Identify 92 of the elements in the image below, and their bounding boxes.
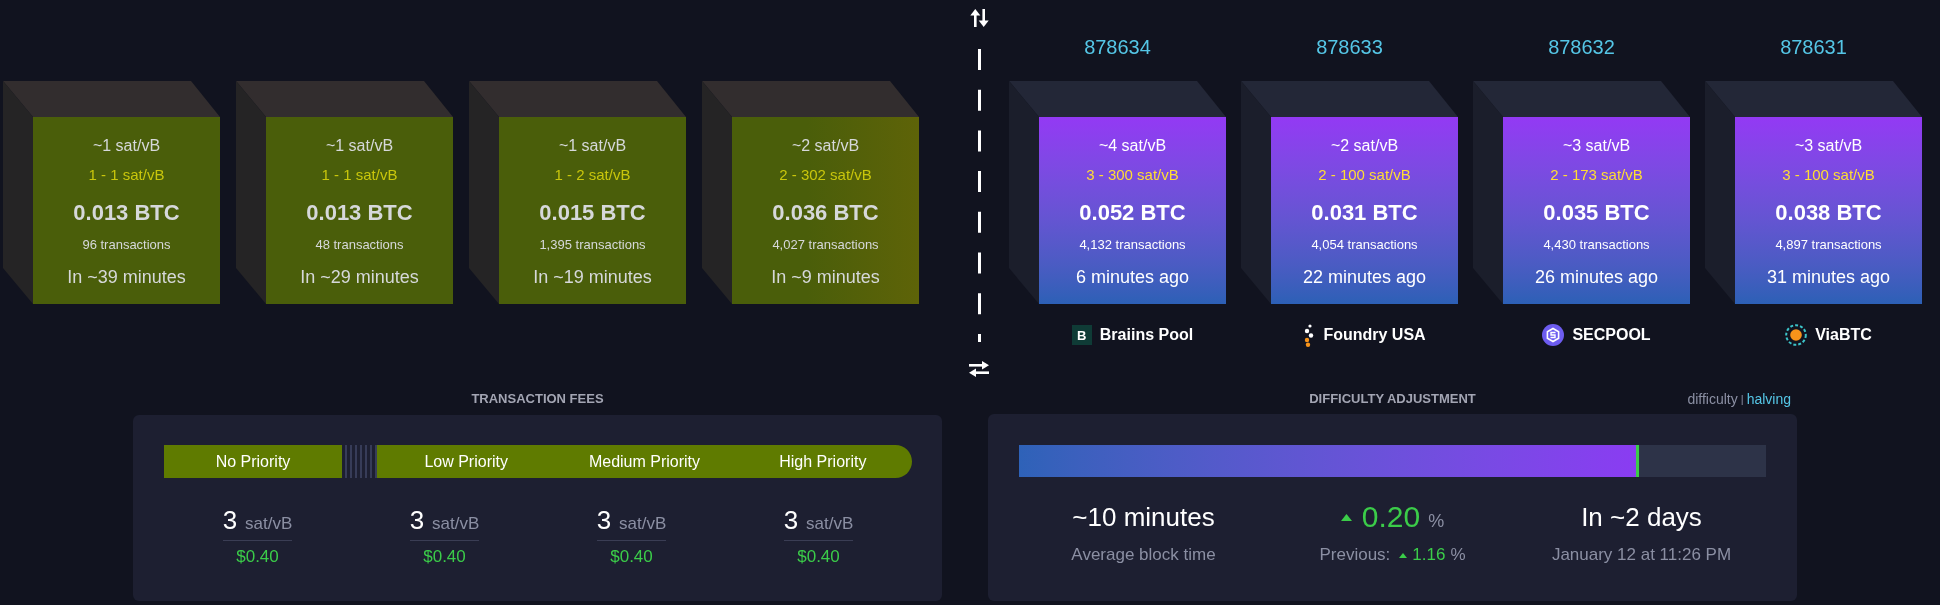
swap-horizontal-icon[interactable]	[969, 361, 989, 377]
block-eta: In ~9 minutes	[771, 266, 880, 289]
block-age: 6 minutes ago	[1075, 266, 1190, 289]
fee-rate: 3	[596, 505, 612, 535]
separator: |	[1740, 392, 1744, 407]
fee-rate: 3	[409, 505, 425, 535]
difficulty-change: 0.20	[1361, 500, 1421, 534]
fee-range: 1 - 1 sat/vB	[88, 165, 165, 185]
adjustment-date: January 12 at 11:26 PM	[1551, 544, 1732, 566]
percent-sign: %	[1450, 544, 1466, 566]
pool-logo: B	[1071, 325, 1092, 345]
section-title: TRANSACTION FEES	[471, 390, 604, 408]
transaction-count: 4,430 transactions	[1543, 236, 1650, 254]
fee-unit: sat/vB	[619, 513, 667, 535]
transaction-count: 4,897 transactions	[1775, 236, 1882, 254]
block-total: 0.035 BTC	[1543, 199, 1650, 227]
transaction-count: 4,054 transactions	[1311, 236, 1418, 254]
mempool-block[interactable]: ~1 sat/vB 1 - 2 sat/vB 0.015 BTC 1,395 transactions In ~19 minutes	[499, 117, 686, 304]
mined-block[interactable]: ~3 sat/vB 3 - 100 sat/vB 0.038 BTC 4,897 transactions 31 minutes ago	[1735, 117, 1922, 304]
transaction-count: 1,395 transactions	[539, 236, 646, 254]
average-block-time-label: Average block time	[1071, 544, 1216, 566]
transaction-count: 96 transactions	[82, 236, 171, 254]
fee-rate: 3	[783, 505, 799, 535]
adjustment-eta: In ~2 days	[1581, 501, 1702, 534]
fee-range: 1 - 2 sat/vB	[554, 165, 631, 185]
median-fee: ~4 sat/vB	[1098, 136, 1167, 156]
transaction-count: 4,027 transactions	[772, 236, 879, 254]
fee-unit: sat/vB	[806, 513, 854, 535]
fee-range: 3 - 300 sat/vB	[1086, 165, 1179, 185]
fee-range: 2 - 173 sat/vB	[1550, 165, 1643, 185]
coin-logo-icon	[1785, 324, 1808, 346]
pool-name[interactable]: Braiins Pool	[1099, 323, 1194, 347]
block-age: 31 minutes ago	[1766, 266, 1891, 289]
block-age: 22 minutes ago	[1302, 266, 1427, 289]
block-total: 0.015 BTC	[539, 199, 646, 227]
block-total: 0.052 BTC	[1079, 199, 1186, 227]
hexagon-logo-icon	[1542, 324, 1565, 346]
dots-logo-icon	[1303, 323, 1316, 347]
transaction-count: 4,132 transactions	[1079, 236, 1186, 254]
mempool-block[interactable]: ~1 sat/vB 1 - 1 sat/vB 0.013 BTC 96 transactions In ~39 minutes	[33, 117, 220, 304]
pool-name[interactable]: SECPOOL	[1572, 323, 1651, 347]
block-eta: In ~19 minutes	[533, 266, 652, 289]
fee-unit: sat/vB	[245, 513, 293, 535]
median-fee: ~3 sat/vB	[1794, 136, 1863, 156]
pool-name[interactable]: ViaBTC	[1815, 323, 1872, 347]
block-total: 0.036 BTC	[772, 199, 879, 227]
priority-label: No Priority	[215, 452, 291, 472]
transaction-count: 48 transactions	[315, 236, 404, 254]
block-total: 0.031 BTC	[1311, 199, 1418, 227]
block-total: 0.038 BTC	[1775, 199, 1882, 227]
block-age: 26 minutes ago	[1534, 266, 1659, 289]
median-fee: ~2 sat/vB	[791, 136, 860, 156]
fee-unit: sat/vB	[432, 513, 480, 535]
median-fee: ~1 sat/vB	[325, 136, 394, 156]
toggle-tab[interactable]: difficulty	[1687, 390, 1738, 408]
block-eta: In ~39 minutes	[67, 266, 186, 289]
block-height-link[interactable]: 878634	[1084, 35, 1151, 59]
median-fee: ~3 sat/vB	[1562, 136, 1631, 156]
priority-label: Medium Priority	[587, 452, 702, 472]
mempool-block[interactable]: ~1 sat/vB 1 - 1 sat/vB 0.013 BTC 48 transactions In ~29 minutes	[266, 117, 453, 304]
mined-block[interactable]: ~4 sat/vB 3 - 300 sat/vB 0.052 BTC 4,132 transactions 6 minutes ago	[1039, 117, 1226, 304]
section-title: DIFFICULTY ADJUSTMENT	[1309, 390, 1476, 408]
average-block-time: ~10 minutes	[1072, 501, 1215, 534]
mined-block[interactable]: ~3 sat/vB 2 - 173 sat/vB 0.035 BTC 4,430 transactions 26 minutes ago	[1503, 117, 1690, 304]
fee-usd: $0.40	[610, 546, 653, 568]
median-fee: ~2 sat/vB	[1330, 136, 1399, 156]
block-height-link[interactable]: 878631	[1780, 35, 1847, 59]
block-height-link[interactable]: 878632	[1548, 35, 1615, 59]
block-eta: In ~29 minutes	[300, 266, 419, 289]
block-total: 0.013 BTC	[306, 199, 413, 227]
mined-block[interactable]: ~2 sat/vB 2 - 100 sat/vB 0.031 BTC 4,054 transactions 22 minutes ago	[1271, 117, 1458, 304]
median-fee: ~1 sat/vB	[558, 136, 627, 156]
block-total: 0.013 BTC	[73, 199, 180, 227]
toggle-tab[interactable]: halving	[1746, 390, 1791, 408]
priority-label: High Priority	[778, 452, 868, 472]
fee-range: 2 - 100 sat/vB	[1318, 165, 1411, 185]
previous-label: Previous:	[1319, 544, 1391, 566]
fee-rate: 3	[222, 505, 238, 535]
pool-name[interactable]: Foundry USA	[1323, 323, 1426, 347]
swap-vertical-icon[interactable]	[969, 9, 989, 27]
fee-usd: $0.40	[236, 546, 279, 568]
mempool-block[interactable]: ~2 sat/vB 2 - 302 sat/vB 0.036 BTC 4,027 transactions In ~9 minutes	[732, 117, 919, 304]
previous-change: 1.16	[1412, 544, 1446, 566]
priority-label: Low Priority	[423, 452, 509, 472]
fee-range: 2 - 302 sat/vB	[779, 165, 872, 185]
fee-range: 1 - 1 sat/vB	[321, 165, 398, 185]
fee-usd: $0.40	[423, 546, 466, 568]
percent-sign: %	[1428, 510, 1445, 532]
fee-usd: $0.40	[797, 546, 840, 568]
block-height-link[interactable]: 878633	[1316, 35, 1383, 59]
fee-range: 3 - 100 sat/vB	[1782, 165, 1875, 185]
median-fee: ~1 sat/vB	[92, 136, 161, 156]
